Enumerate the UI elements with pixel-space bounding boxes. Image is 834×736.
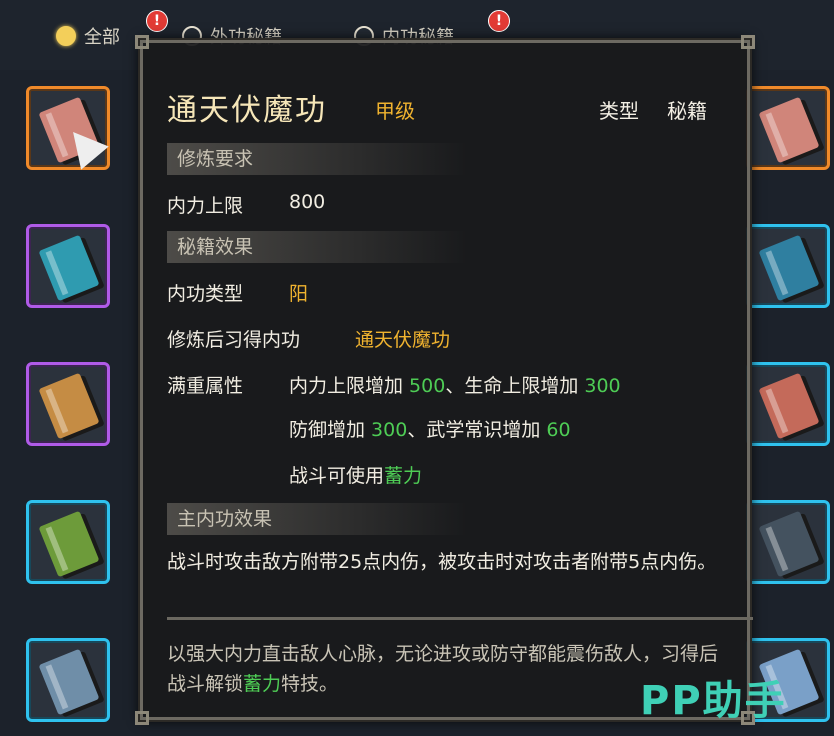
attr-line-2: 防御增加 300、武学常识增加 60 [289, 415, 571, 442]
type-label: 类型 [599, 99, 639, 123]
attr-value: 500 [409, 375, 446, 397]
section-main: 主内功效果 [167, 503, 467, 535]
item-slot[interactable] [26, 224, 110, 308]
req-label: 内力上限 [167, 195, 244, 217]
section-effects: 秘籍效果 [167, 231, 467, 263]
watermark-logo: PP助手 [640, 678, 787, 724]
item-tooltip: 通天伏魔功 甲级 类型 秘籍 修炼要求 内力上限 800 秘籍效果 内功类型 阳… [135, 35, 755, 725]
item-grade: 甲级 [375, 99, 415, 123]
section-requirements: 修炼要求 [167, 143, 467, 175]
book-icon [38, 510, 100, 578]
corner-ornament [135, 711, 149, 725]
inner-type-value: 阳 [289, 283, 309, 305]
divider [167, 617, 753, 620]
item-slot[interactable] [746, 500, 830, 584]
item-slot[interactable] [26, 362, 110, 446]
item-slot[interactable] [26, 86, 110, 170]
item-slot[interactable] [746, 224, 830, 308]
attr-text: 、生命上限增加 [445, 375, 585, 397]
attr-text: 、武学常识增加 [407, 419, 547, 441]
attr-value: 300 [584, 375, 621, 397]
attr-text: 内力上限增加 [289, 375, 410, 397]
item-slot[interactable] [26, 638, 110, 722]
learn-value: 通天伏魔功 [355, 329, 451, 351]
book-icon [758, 510, 820, 578]
alert-icon: ! [146, 10, 168, 32]
attr-value: 蓄力 [384, 465, 423, 487]
book-icon [38, 648, 100, 716]
full-attr-label: 满重属性 [167, 375, 244, 397]
filter-all-label: 全部 [84, 27, 120, 48]
type-value: 秘籍 [667, 99, 707, 123]
learn-label: 修炼后习得内功 [167, 329, 301, 351]
item-slot[interactable] [746, 86, 830, 170]
flavor-keyword: 蓄力 [243, 673, 282, 695]
book-icon [38, 234, 100, 302]
item-title: 通天伏魔功 [167, 93, 327, 128]
inner-type-label: 内功类型 [167, 283, 244, 305]
item-slot[interactable] [746, 362, 830, 446]
corner-ornament [135, 35, 149, 49]
corner-ornament [741, 35, 755, 49]
book-icon [758, 372, 820, 440]
book-icon [38, 372, 100, 440]
main-effect: 战斗时攻击敌方附带25点内伤，被攻击时对攻击者附带5点内伤。 [167, 551, 717, 573]
attr-text: 防御增加 [289, 419, 372, 441]
attr-value: 300 [371, 419, 408, 441]
req-value: 800 [289, 191, 326, 213]
book-icon [758, 234, 820, 302]
radio-selected-icon[interactable] [56, 26, 76, 46]
alert-icon: ! [488, 10, 510, 32]
attr-text: 战斗可使用 [289, 465, 385, 487]
attr-value: 60 [546, 419, 571, 441]
flavor-part: 特技。 [281, 673, 339, 695]
item-slot[interactable] [26, 500, 110, 584]
filter-all[interactable]: 全部 [56, 22, 120, 50]
attr-line-1: 内力上限增加 500、生命上限增加 300 [289, 371, 621, 398]
book-icon [758, 96, 820, 164]
attr-line-3: 战斗可使用蓄力 [289, 461, 422, 488]
